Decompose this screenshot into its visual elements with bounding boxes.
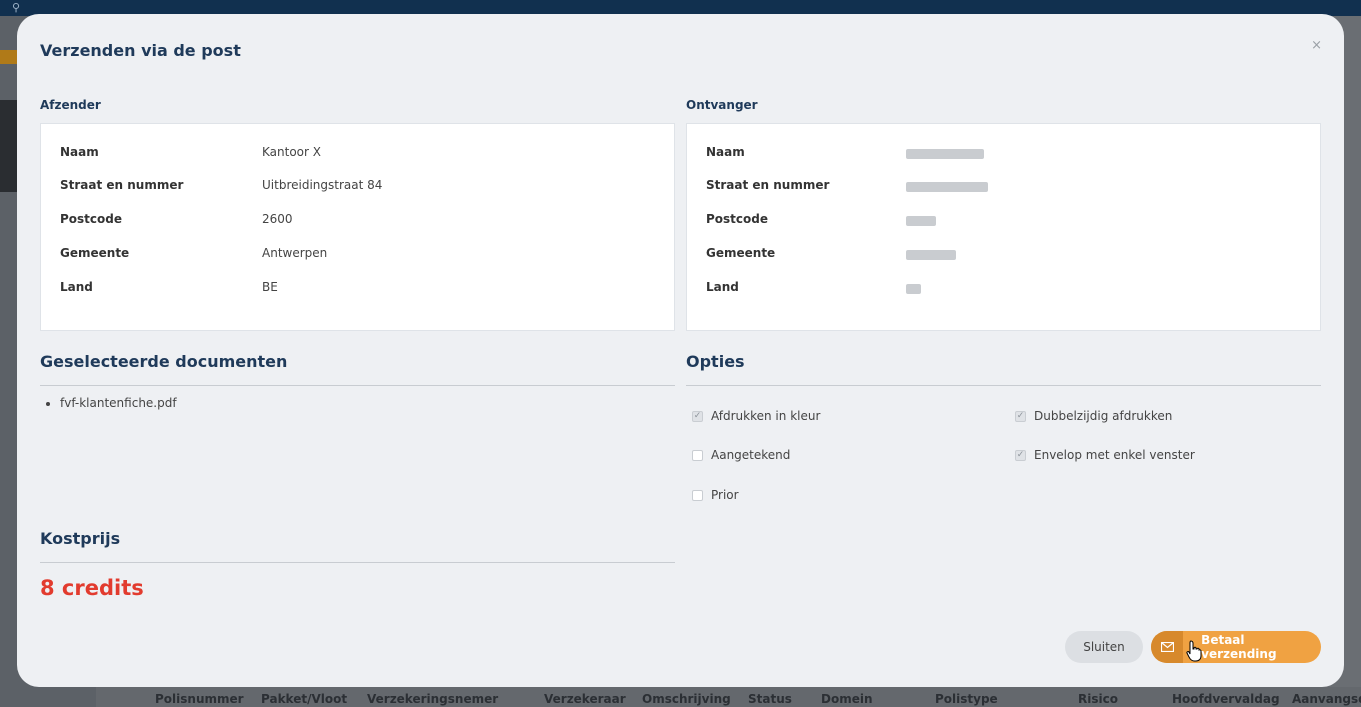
recipient-row: Straat en nummer: [706, 178, 1320, 196]
modal-title: Verzenden via de post: [40, 41, 241, 60]
field-label: Straat en nummer: [706, 178, 830, 192]
checkbox-checked-icon[interactable]: ✓: [1015, 410, 1026, 422]
column-header[interactable]: Pakket/Vloot: [261, 692, 347, 706]
option-window-envelope[interactable]: ✓ Envelop met enkel venster: [1015, 448, 1195, 462]
avatar: [0, 100, 18, 192]
redacted-value: [906, 149, 984, 159]
checkbox-icon[interactable]: [692, 489, 703, 501]
field-label: Land: [706, 280, 739, 294]
field-label: Gemeente: [706, 246, 776, 260]
close-button[interactable]: Sluiten: [1065, 631, 1143, 663]
redacted-value: [906, 216, 936, 226]
field-value: Uitbreidingstraat 84: [262, 178, 383, 192]
send-by-post-modal: Verzenden via de post ×: [17, 14, 1344, 687]
option-label: Dubbelzijdig afdrukken: [1034, 409, 1173, 423]
documents-heading: Geselecteerde documenten: [40, 352, 288, 371]
column-header[interactable]: Polisnummer: [155, 692, 244, 706]
sender-heading: Afzender: [40, 98, 101, 112]
status-tag: [0, 50, 18, 64]
sender-card: Naam Kantoor X Straat en nummer Uitbreid…: [40, 123, 675, 331]
checkbox-icon[interactable]: [692, 449, 703, 461]
hand-cursor-icon: [1186, 640, 1202, 662]
sender-row: Postcode 2600: [60, 212, 674, 230]
divider: [40, 385, 675, 386]
option-label: Aangetekend: [711, 448, 791, 462]
recipient-row: Land: [706, 280, 1320, 298]
column-header[interactable]: Verzekeringsnemer: [367, 692, 498, 706]
search-icon[interactable]: ⚲: [12, 1, 20, 14]
sender-row: Naam Kantoor X: [60, 145, 674, 163]
redacted-value: [906, 182, 988, 192]
option-prior[interactable]: Prior: [692, 488, 739, 502]
mail-icon: [1151, 631, 1184, 663]
field-label: Postcode: [706, 212, 769, 226]
option-registered[interactable]: Aangetekend: [692, 448, 790, 462]
field-value: Antwerpen: [262, 246, 328, 260]
field-value: Kantoor X: [262, 145, 321, 159]
column-header[interactable]: Hoofdvervaldag: [1172, 692, 1280, 706]
option-label: Afdrukken in kleur: [711, 409, 821, 423]
column-header[interactable]: Omschrijving: [642, 692, 731, 706]
pay-shipping-button[interactable]: Betaal verzending: [1151, 631, 1321, 663]
document-item[interactable]: fvf-klantenfiche.pdf: [60, 396, 177, 410]
column-header[interactable]: Aanvangsdat: [1292, 692, 1361, 706]
field-value: 2600: [262, 212, 293, 226]
field-label: Naam: [60, 145, 99, 159]
option-color-print[interactable]: ✓ Afdrukken in kleur: [692, 409, 820, 423]
recipient-heading: Ontvanger: [686, 98, 758, 112]
field-label: Gemeente: [60, 246, 130, 260]
divider: [40, 562, 675, 563]
column-header[interactable]: Polistype: [935, 692, 998, 706]
pay-button-label: Betaal verzending: [1201, 633, 1277, 661]
field-label: Naam: [706, 145, 745, 159]
documents-list: fvf-klantenfiche.pdf: [40, 396, 177, 410]
options-heading: Opties: [686, 352, 745, 371]
column-header[interactable]: Risico: [1078, 692, 1118, 706]
field-label: Straat en nummer: [60, 178, 184, 192]
checkbox-checked-icon[interactable]: ✓: [692, 410, 703, 422]
recipient-row: Postcode: [706, 212, 1320, 230]
column-header[interactable]: Verzekeraar: [544, 692, 626, 706]
column-header[interactable]: Status: [748, 692, 792, 706]
close-button-label: Sluiten: [1083, 640, 1125, 654]
redacted-value: [906, 284, 921, 294]
checkbox-checked-icon[interactable]: ✓: [1015, 449, 1026, 461]
close-icon[interactable]: ×: [1311, 38, 1322, 53]
column-header[interactable]: Domein: [821, 692, 873, 706]
redacted-value: [906, 250, 956, 260]
option-label: Prior: [711, 488, 739, 502]
sender-row: Straat en nummer Uitbreidingstraat 84: [60, 178, 674, 196]
sender-row: Gemeente Antwerpen: [60, 246, 674, 264]
field-value: BE: [262, 280, 278, 294]
credits-value: 8 credits: [40, 576, 144, 600]
field-label: Postcode: [60, 212, 123, 226]
divider: [686, 385, 1321, 386]
sender-row: Land BE: [60, 280, 674, 298]
option-label: Envelop met enkel venster: [1034, 448, 1195, 462]
recipient-row: Naam: [706, 145, 1320, 163]
recipient-row: Gemeente: [706, 246, 1320, 264]
cost-heading: Kostprijs: [40, 529, 121, 548]
option-duplex[interactable]: ✓ Dubbelzijdig afdrukken: [1015, 409, 1172, 423]
recipient-card: Naam Straat en nummer Postcode Gemeente …: [686, 123, 1321, 331]
field-label: Land: [60, 280, 93, 294]
